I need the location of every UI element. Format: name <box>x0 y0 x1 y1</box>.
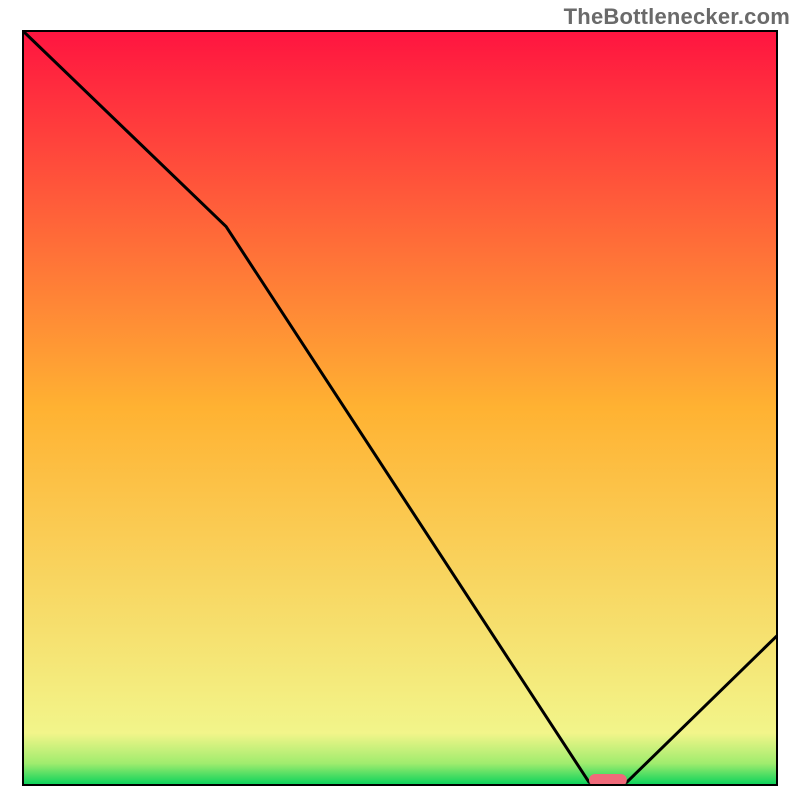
marker-optimal-range <box>589 774 627 786</box>
attribution-label: TheBottlenecker.com <box>564 4 790 30</box>
chart-svg <box>22 30 778 786</box>
chart-container: TheBottlenecker.com <box>0 0 800 800</box>
chart-background <box>22 30 778 786</box>
chart-frame <box>22 30 778 786</box>
